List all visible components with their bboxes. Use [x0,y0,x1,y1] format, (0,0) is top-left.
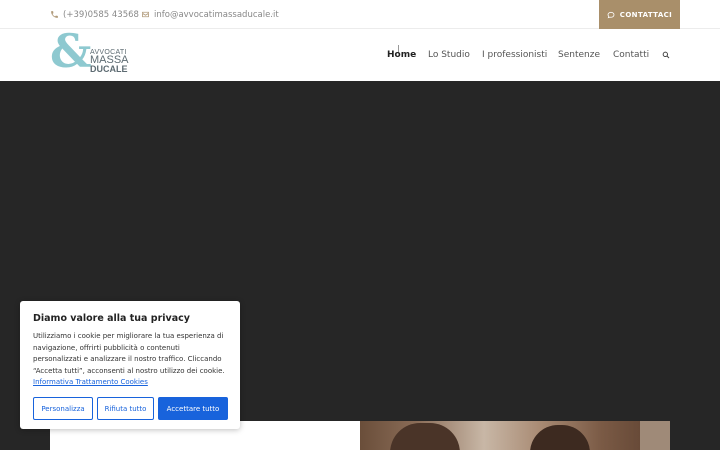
search-button[interactable] [662,29,672,81]
topbar-separator: · [271,9,274,20]
nav-item-professionisti[interactable]: I professionisti [482,29,547,81]
chat-bubble-icon [607,11,615,18]
reject-all-button[interactable]: Rifiuta tutto [97,397,154,420]
topbar-separator: · [131,9,134,20]
nav-item-sentenze[interactable]: Sentenze [558,29,600,81]
top-bar: (+39)0585 43568 · info@avvocatimassaduca… [0,0,720,29]
photo-background [640,421,670,450]
logo-text-ducale: DUCALE [90,64,128,74]
email-address: info@avvocatimassaducale.it [154,9,279,20]
phone-icon [50,10,59,19]
nav-item-home[interactable]: Home [387,29,416,81]
site-logo[interactable]: & AVVOCATI MASSA DUCALE [50,28,130,76]
cookie-policy-link[interactable]: Informativa Trattamento Cookies [33,378,148,386]
mail-icon [141,10,150,19]
customize-cookies-button[interactable]: Personalizza [33,397,93,420]
nav-item-lo-studio[interactable]: Lo Studio [428,29,470,81]
contattaci-label: CONTATTACI [619,10,673,19]
cookie-title: Diamo valore alla tua privacy [33,313,190,324]
nav-item-contatti[interactable]: Contatti [613,29,649,81]
team-photo [360,421,670,450]
search-icon [662,51,670,59]
cookie-message: Utilizziamo i cookie per migliorare la t… [33,331,227,389]
cookie-buttons: Personalizza Rifiuta tutto Accettare tut… [33,397,228,420]
photo-figure [390,423,460,450]
phone-number: (+39)0585 43568 [63,9,139,20]
logo-ampersand: & [50,24,92,78]
accept-all-button[interactable]: Accettare tutto [158,397,228,420]
email-contact[interactable]: info@avvocatimassaducale.it [141,0,279,29]
photo-figure [530,425,590,450]
main-header: & AVVOCATI MASSA DUCALE Home Lo Studio I… [0,28,720,81]
cookie-consent-dialog: Diamo valore alla tua privacy Utilizziam… [20,301,240,429]
cookie-body-text: Utilizziamo i cookie per migliorare la t… [33,332,225,375]
contattaci-button[interactable]: CONTATTACI [599,0,680,29]
